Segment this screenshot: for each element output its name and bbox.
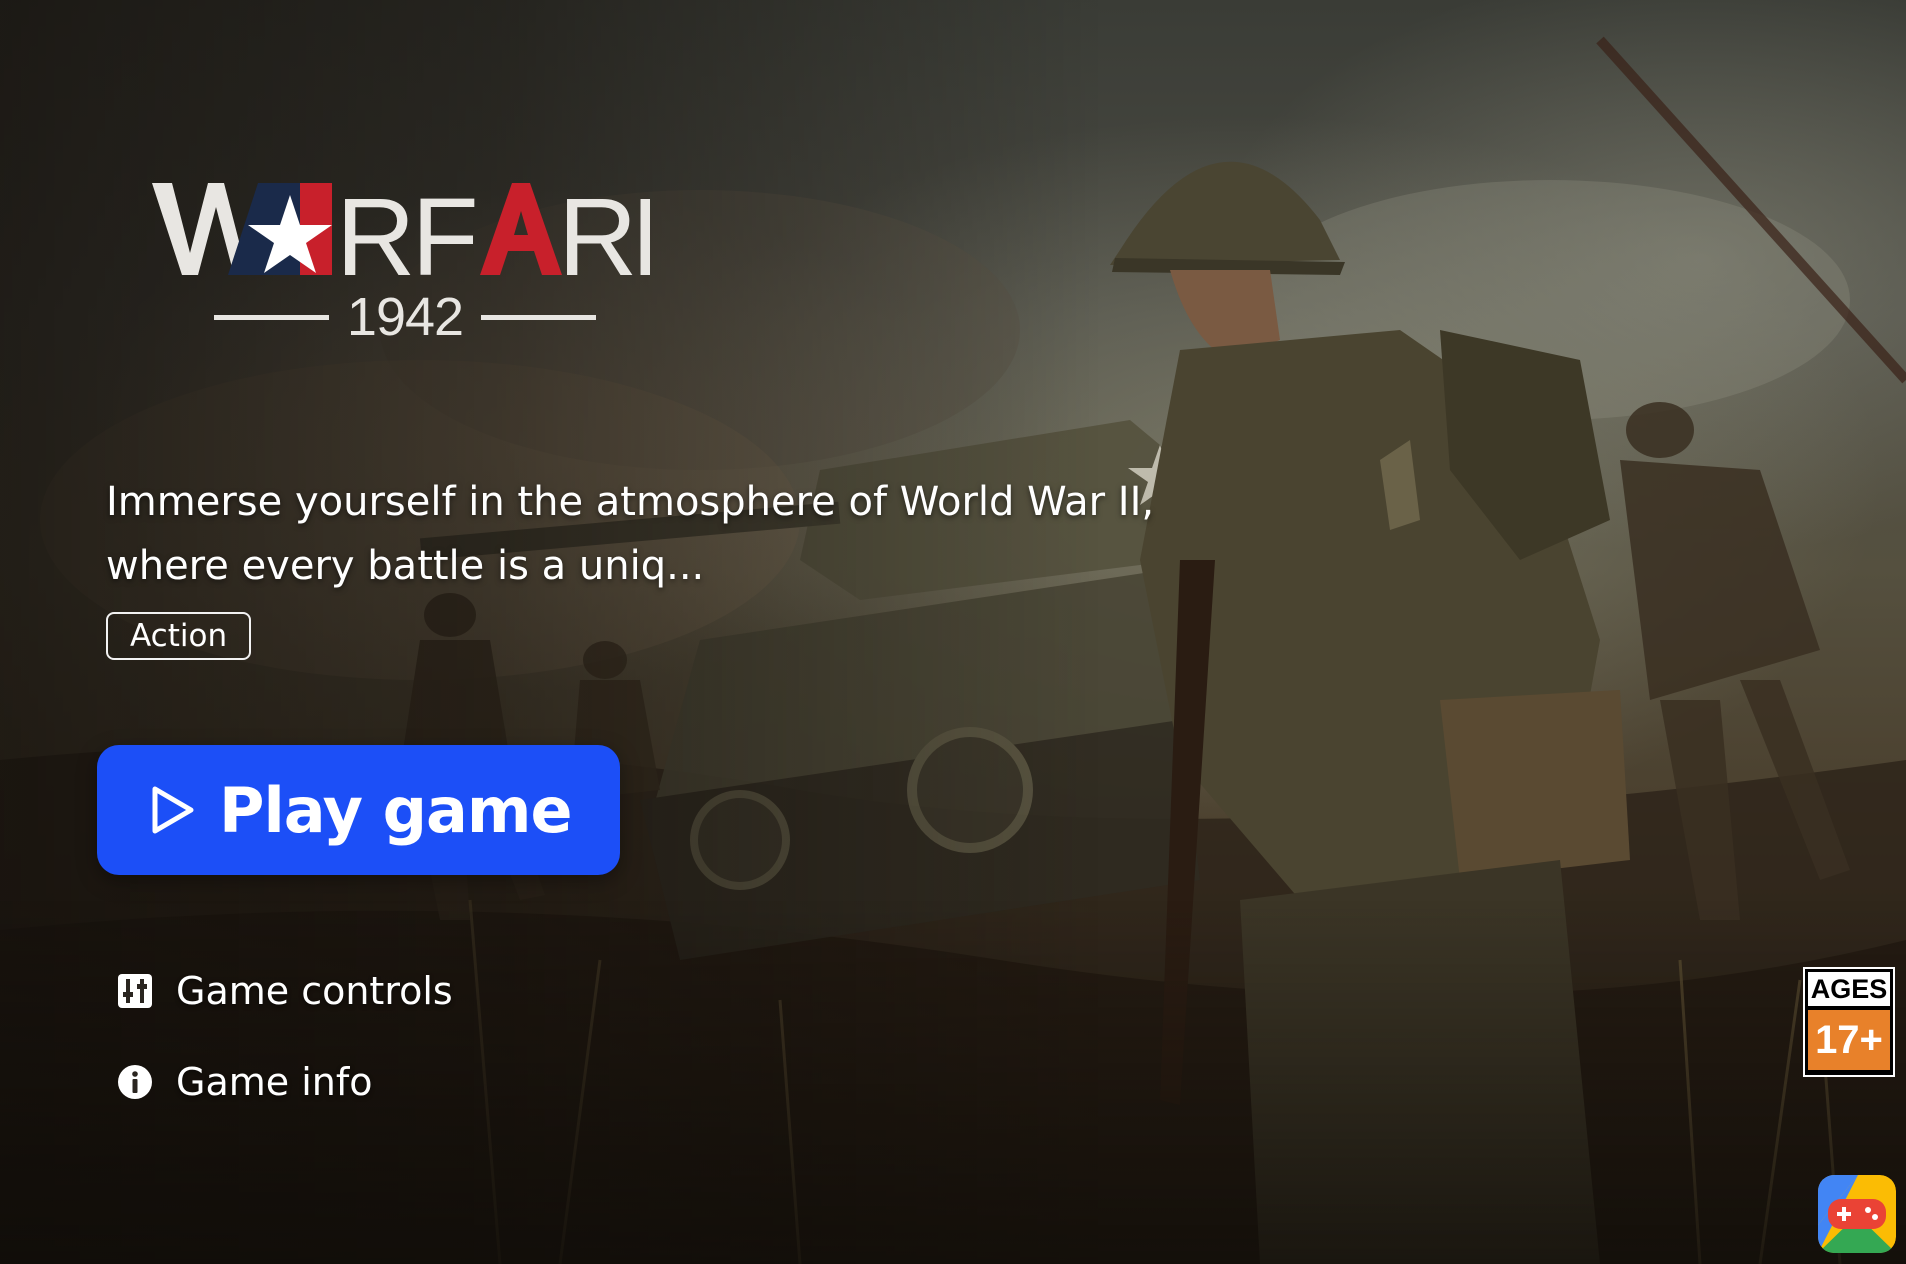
game-controls-label: Game controls [176,969,453,1013]
info-circle-icon [118,1065,152,1099]
app-logo [1818,1175,1896,1253]
game-controls-link[interactable]: Game controls [116,961,453,1021]
logo-rule-left [213,314,329,320]
game-info-label: Game info [176,1060,373,1104]
age-rating-heading: AGES [1808,972,1890,1006]
logo-rule-right [481,314,597,320]
game-description: Immerse yourself in the atmosphere of Wo… [106,470,1306,598]
play-triangle-icon [152,786,194,834]
game-info-link[interactable]: Game info [116,1052,372,1112]
description-line-1: Immerse yourself in the atmosphere of Wo… [106,479,1155,525]
svg-text:RE: RE [558,176,650,285]
sliders-icon [118,974,152,1008]
play-game-button[interactable]: Play game [97,745,620,875]
svg-text:RF: RF [336,176,475,285]
game-controller-icon[interactable] [1818,1175,1896,1253]
logo-year-row: 1942 [205,287,605,347]
logo-year: 1942 [346,287,464,347]
genre-tag: Action [106,612,252,660]
play-game-label: Play game [219,773,572,847]
age-rating-value: 17+ [1808,1010,1890,1070]
game-logo: RF RE 1942 [150,165,650,355]
logo-wordmark: RF RE [152,176,650,285]
description-line-2: where every battle is a uniq... [106,543,705,589]
age-rating-badge: AGES 17+ [1803,967,1895,1077]
